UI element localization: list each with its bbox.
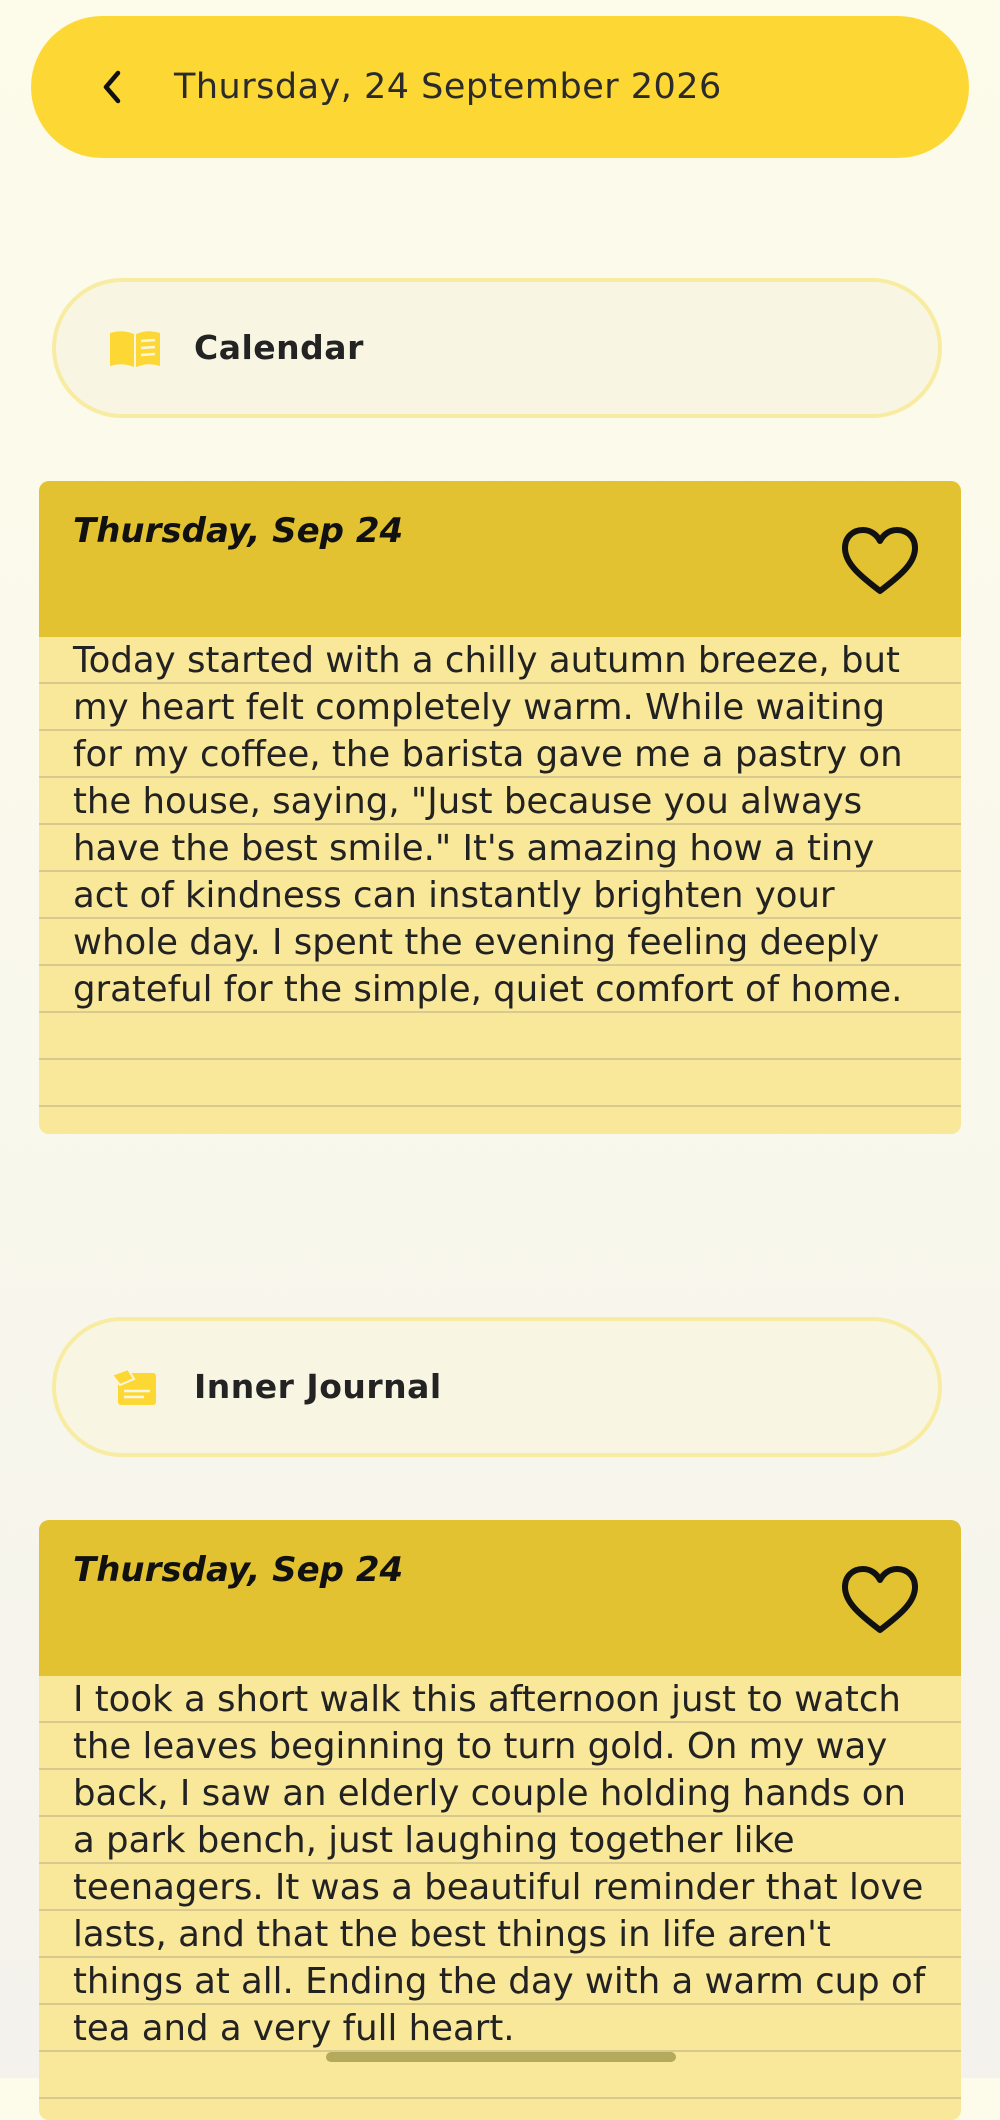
journal-entry-card[interactable]: Thursday, Sep 24 I took a short walk thi…: [39, 1520, 961, 2120]
section-label: Inner Journal: [194, 1367, 442, 1406]
edit-note-icon: [110, 1367, 156, 1405]
page-title: Thursday, 24 September 2026: [174, 67, 722, 107]
entry-header: Thursday, Sep 24: [39, 481, 961, 637]
section-label: Calendar: [194, 328, 364, 367]
section-button-calendar[interactable]: Calendar: [52, 278, 942, 418]
top-app-bar: Thursday, 24 September 2026: [31, 16, 969, 158]
journal-entry-card[interactable]: Thursday, Sep 24 Today started with a ch…: [39, 481, 961, 1134]
home-indicator[interactable]: [326, 2052, 676, 2062]
chevron-left-icon: [103, 70, 121, 104]
entry-body: Today started with a chilly autumn breez…: [39, 637, 961, 1134]
entry-text: Today started with a chilly autumn breez…: [73, 640, 903, 1010]
back-button[interactable]: [91, 66, 133, 108]
book-icon: [110, 331, 160, 367]
entry-text: I took a short walk this afternoon just …: [73, 1679, 926, 2049]
entry-date: Thursday, Sep 24: [73, 1550, 404, 1590]
heart-outline-icon[interactable]: [839, 521, 921, 603]
entry-date: Thursday, Sep 24: [73, 511, 404, 551]
heart-outline-icon[interactable]: [839, 1560, 921, 1642]
entry-header: Thursday, Sep 24: [39, 1520, 961, 1676]
section-button-inner-journal[interactable]: Inner Journal: [52, 1317, 942, 1457]
